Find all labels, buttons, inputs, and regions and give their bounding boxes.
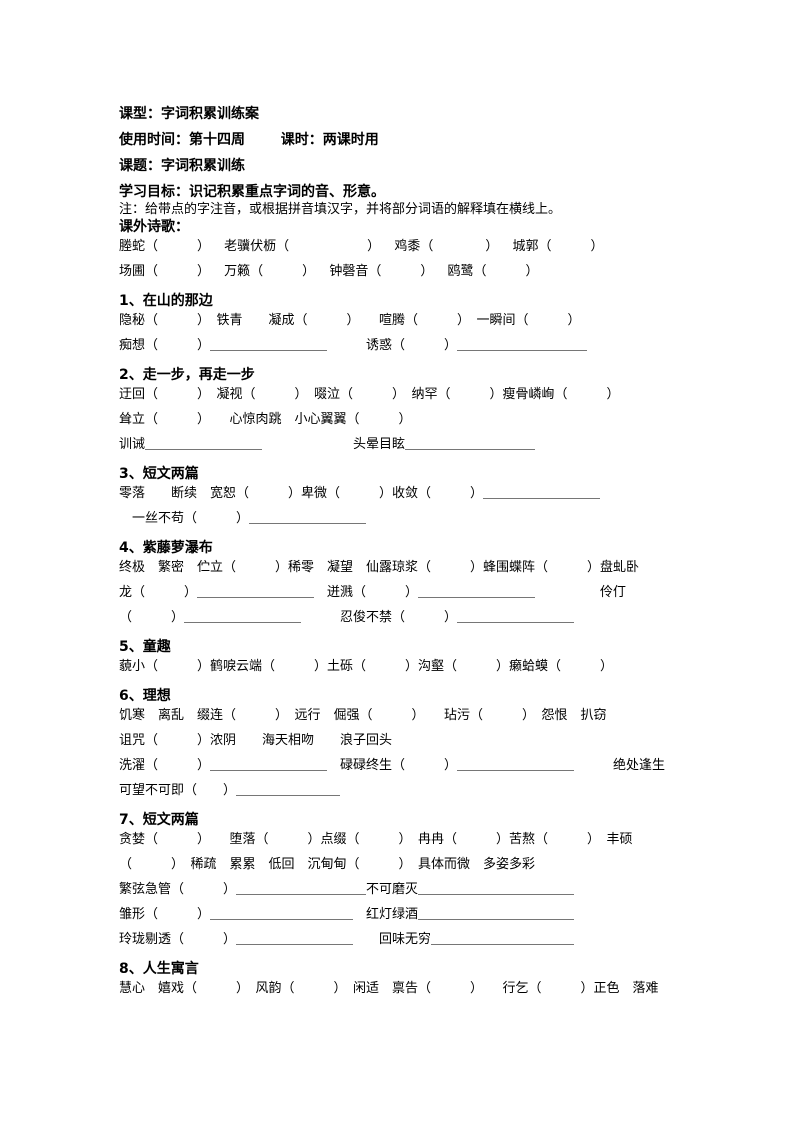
poem-item: 鸥鹭（ ）: [447, 264, 539, 279]
section-line[interactable]: 龙（ ）＿＿＿＿＿＿＿＿＿ 迸溅（ ）＿＿＿＿＿＿＿＿＿ 伶仃: [119, 584, 679, 609]
section-line[interactable]: 洗濯（ ）＿＿＿＿＿＿＿＿＿ 碌碌终生（ ）＿＿＿＿＿＿＿＿＿ 绝处逢生: [119, 757, 679, 782]
poem-item: 鸡黍（ ）: [394, 239, 499, 254]
sections: 1、在山的那边隐秘（ ） 铁青 凝成（ ） 喧腾（ ） 一瞬间（ ）痴想（ ）＿…: [119, 292, 679, 1005]
poem-item: 场圃（ ）: [119, 264, 211, 279]
section-line[interactable]: （ ）＿＿＿＿＿＿＿＿＿ 忍俊不禁（ ）＿＿＿＿＿＿＿＿＿: [119, 609, 679, 634]
section-title: 5、童趣: [119, 639, 171, 655]
usage-time: 使用时间：第十四周: [119, 132, 245, 148]
section-line[interactable]: 雏形（ ）＿＿＿＿＿＿＿＿＿＿＿ 红灯绿酒＿＿＿＿＿＿＿＿＿＿＿＿: [119, 906, 679, 931]
section-line[interactable]: （ ） 稀疏 累累 低回 沉甸甸（ ） 具体而微 多姿多彩: [119, 856, 679, 881]
learning-goal: 学习目标：识记积累重点字词的音、形意。: [119, 184, 385, 200]
section-title: 8、人生寓言: [119, 961, 199, 977]
section-title: 4、紫藤萝瀑布: [119, 540, 213, 556]
section-line[interactable]: 繁弦急管（ ）＿＿＿＿＿＿＿＿＿＿不可磨灭＿＿＿＿＿＿＿＿＿＿＿＿: [119, 881, 679, 906]
instruction-note: 注：给带点的字注音，或根据拼音填汉字，并将部分词语的解释填在横线上。: [119, 202, 562, 217]
section-line[interactable]: 痴想（ ）＿＿＿＿＿＿＿＿＿ 诱惑（ ）＿＿＿＿＿＿＿＿＿＿: [119, 337, 679, 362]
section-line[interactable]: 隐秘（ ） 铁青 凝成（ ） 喧腾（ ） 一瞬间（ ）: [119, 312, 679, 337]
section-line[interactable]: 玲珑剔透（ ）＿＿＿＿＿＿＿＿＿ 回味无穷＿＿＿＿＿＿＿＿＿＿＿: [119, 931, 679, 956]
poem-item: 钟磬音（ ）: [329, 264, 434, 279]
section-line[interactable]: 慧心 嬉戏（ ） 风韵（ ） 闲适 禀告（ ） 行乞（ ）正色 落难: [119, 980, 679, 1005]
section-line[interactable]: 终极 繁密 伫立（ ）稀零 凝望 仙露琼浆（ ）蜂围蝶阵（ ）盘虬卧: [119, 559, 679, 584]
section-line[interactable]: 可望不可即（ ）＿＿＿＿＿＿＿＿: [119, 782, 679, 807]
section-title: 3、短文两篇: [119, 466, 199, 482]
lesson-type: 课型：字词积累训练案: [119, 106, 259, 122]
section-line[interactable]: 贪婪（ ） 堕落（ ）点缀（ ） 冉冉（ ）苦熬（ ） 丰硕: [119, 831, 679, 856]
poem-line-2: 场圃（ ） 万籁（ ） 钟磬音（ ） 鸥鹭（ ）: [119, 263, 679, 288]
section-title: 6、理想: [119, 688, 171, 704]
worksheet: 课型：字词积累训练案 使用时间：第十四周 课时：两课时用 课题：字词积累训练 学…: [119, 104, 679, 1005]
poem-line-1: 塍蛇（ ） 老骥伏枥（ ） 鸡黍（ ） 城郭（ ）: [119, 238, 679, 263]
section-line[interactable]: 训诫＿＿＿＿＿＿＿＿＿ 头晕目眩＿＿＿＿＿＿＿＿＿＿: [119, 436, 679, 461]
section-line[interactable]: 迂回（ ） 凝视（ ） 啜泣（ ） 纳罕（ ）瘦骨嶙峋（ ）: [119, 386, 679, 411]
lesson-topic: 课题：字词积累训练: [119, 158, 245, 174]
poem-item: 老骥伏枥（ ）: [224, 239, 381, 254]
section-line[interactable]: 饥寒 离乱 缀连（ ） 远行 倔强（ ） 玷污（ ） 怨恨 扒窃: [119, 707, 679, 732]
class-periods: 课时：两课时用: [280, 132, 379, 148]
poems-title: 课外诗歌：: [119, 219, 189, 235]
section-title: 1、在山的那边: [119, 293, 213, 309]
section-title: 2、走一步，再走一步: [119, 367, 255, 383]
section-line[interactable]: 一丝不苟（ ）＿＿＿＿＿＿＿＿＿: [119, 510, 679, 535]
usage-time-row: 使用时间：第十四周 课时：两课时用: [119, 130, 679, 156]
section-title: 7、短文两篇: [119, 812, 199, 828]
section-line[interactable]: 耸立（ ） 心惊肉跳 小心翼翼（ ）: [119, 411, 679, 436]
poem-item: 塍蛇（ ）: [119, 239, 211, 254]
section-line[interactable]: 诅咒（ ）浓阴 海天相吻 浪子回头: [119, 732, 679, 757]
poem-item: 万籁（ ）: [224, 264, 316, 279]
section-line[interactable]: 零落 断续 宽恕（ ）卑微（ ）收敛（ ）＿＿＿＿＿＿＿＿＿: [119, 485, 679, 510]
poem-item: 城郭（ ）: [512, 239, 604, 254]
section-line[interactable]: 藐小（ ）鹤唳云端（ ）土砾（ ）沟壑（ ）癞蛤蟆（ ）: [119, 658, 679, 683]
